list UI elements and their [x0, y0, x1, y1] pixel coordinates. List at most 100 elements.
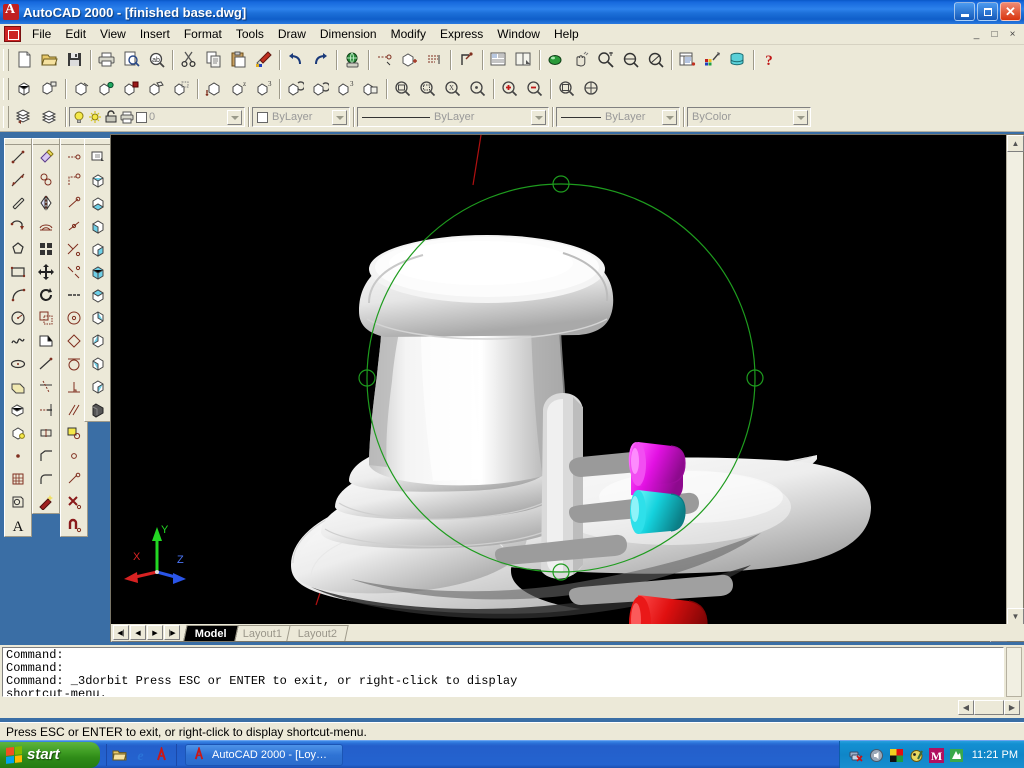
block-insert-icon[interactable] — [397, 48, 422, 72]
offset-icon[interactable] — [33, 214, 58, 237]
move-icon[interactable] — [33, 260, 58, 283]
scroll-down-button[interactable]: ▼ — [1007, 608, 1024, 625]
zoom-out-icon[interactable] — [522, 77, 547, 101]
polyline-icon[interactable] — [5, 214, 30, 237]
redo-icon[interactable] — [308, 48, 333, 72]
print-icon[interactable] — [94, 48, 119, 72]
taskbar-clock[interactable]: 11:21 PM — [972, 749, 1018, 761]
make-block-icon[interactable] — [5, 421, 30, 444]
torus-icon[interactable] — [144, 77, 169, 101]
scroll-up-button[interactable]: ▲ — [1007, 135, 1024, 152]
rotate-icon[interactable] — [33, 283, 58, 306]
make-objects-layer-current-icon[interactable] — [12, 105, 37, 129]
zoom-dynamic-icon[interactable] — [415, 77, 440, 101]
named-views-icon[interactable] — [85, 145, 110, 168]
tab-next-button[interactable]: ▶ — [147, 625, 163, 640]
union-icon[interactable] — [283, 77, 308, 101]
copy-icon[interactable] — [201, 48, 226, 72]
model-viewport[interactable]: Y X Z — [111, 135, 1007, 625]
fillet-icon[interactable] — [33, 467, 58, 490]
cone-icon[interactable] — [69, 77, 94, 101]
render-icon[interactable] — [543, 48, 568, 72]
back-view-icon[interactable] — [85, 283, 110, 306]
linetype-control-combobox[interactable]: ByLayer — [357, 107, 549, 127]
distance-icon[interactable] — [372, 48, 397, 72]
ellipse-arc-icon[interactable] — [5, 375, 30, 398]
help-icon[interactable]: ? — [757, 48, 782, 72]
color-control-combobox[interactable]: ByLayer — [252, 107, 350, 127]
plotstyle-dropdown-arrow[interactable] — [793, 110, 808, 125]
designcenter-icon[interactable] — [700, 48, 725, 72]
properties-icon[interactable] — [675, 48, 700, 72]
zoom-extents-icon[interactable] — [579, 77, 604, 101]
snap-midpoint-icon[interactable] — [61, 191, 86, 214]
menu-dimension[interactable]: Dimension — [313, 25, 384, 43]
tab-layout1[interactable]: Layout1 — [231, 625, 294, 641]
mdi-close-button[interactable]: × — [1005, 27, 1020, 41]
command-scroll-left-button[interactable]: ◀ — [958, 700, 974, 715]
paste-icon[interactable] — [226, 48, 251, 72]
line-icon[interactable] — [5, 145, 30, 168]
viewports-icon[interactable] — [511, 48, 536, 72]
show-desktop-icon[interactable] — [112, 747, 127, 762]
start-button[interactable]: start — [0, 742, 100, 768]
sun-icon[interactable] — [88, 110, 102, 124]
zoom-realtime-icon[interactable] — [593, 48, 618, 72]
explode-icon[interactable] — [33, 490, 58, 513]
rectangle-icon[interactable] — [5, 260, 30, 283]
open-icon[interactable] — [37, 48, 62, 72]
snap-insert-icon[interactable] — [61, 421, 86, 444]
tab-prev-button[interactable]: ◀ — [130, 625, 146, 640]
display-properties-icon[interactable] — [889, 748, 904, 763]
left-view-icon[interactable] — [85, 214, 110, 237]
toolbar-grip[interactable] — [3, 49, 9, 71]
document-icon[interactable] — [4, 26, 21, 42]
front-view-icon[interactable] — [85, 260, 110, 283]
antivirus-icon[interactable] — [909, 748, 924, 763]
printer-icon[interactable] — [120, 110, 134, 124]
layer-control-combobox[interactable]: 0 — [69, 107, 245, 127]
taskbar-item-autocad[interactable]: AutoCAD 2000 - [Loy… — [185, 744, 343, 766]
named-views-icon[interactable] — [486, 48, 511, 72]
database-icon[interactable] — [725, 48, 750, 72]
snap-endpoint-icon[interactable] — [61, 168, 86, 191]
slice-icon[interactable]: z — [226, 77, 251, 101]
scale-icon[interactable] — [33, 306, 58, 329]
menu-draw[interactable]: Draw — [271, 25, 313, 43]
menu-window[interactable]: Window — [490, 25, 547, 43]
subtract-icon[interactable] — [308, 77, 333, 101]
zoom-window-icon[interactable] — [390, 77, 415, 101]
point-icon[interactable] — [5, 444, 30, 467]
command-vertical-scrollbar[interactable] — [1006, 647, 1022, 697]
launch-browser-icon[interactable] — [340, 48, 365, 72]
viewport-vertical-scrollbar[interactable]: ▲ ▼ — [1006, 135, 1023, 625]
command-scroll-right-button[interactable]: ▶ — [1004, 700, 1020, 715]
menu-view[interactable]: View — [93, 25, 133, 43]
mdi-minimize-button[interactable]: _ — [969, 27, 984, 41]
se-isometric-icon[interactable] — [85, 329, 110, 352]
zoom-previous-icon[interactable] — [643, 48, 668, 72]
snap-intersection-icon[interactable] — [61, 214, 86, 237]
tab-model[interactable]: Model — [183, 625, 238, 641]
snap-center-icon[interactable] — [61, 306, 86, 329]
multiline-text-icon[interactable]: A — [5, 513, 30, 536]
tab-first-button[interactable]: ◀| — [113, 625, 129, 640]
menu-modify[interactable]: Modify — [384, 25, 433, 43]
revolve-icon[interactable] — [201, 77, 226, 101]
point-list-icon[interactable] — [422, 48, 447, 72]
arc-icon[interactable] — [5, 283, 30, 306]
new-icon[interactable] — [12, 48, 37, 72]
mdi-restore-button[interactable]: □ — [987, 27, 1002, 41]
menu-express[interactable]: Express — [433, 25, 490, 43]
intersect-icon[interactable]: 3 — [333, 77, 358, 101]
ucs-icon[interactable] — [454, 48, 479, 72]
snap-apparent-intersection-icon[interactable] — [61, 237, 86, 260]
menu-file[interactable]: File — [25, 25, 58, 43]
break-icon[interactable] — [33, 421, 58, 444]
region-icon[interactable] — [5, 490, 30, 513]
volume-icon[interactable] — [869, 748, 884, 763]
snap-node-icon[interactable] — [61, 444, 86, 467]
snap-none-x-icon[interactable] — [61, 490, 86, 513]
right-view-icon[interactable] — [85, 237, 110, 260]
chamfer-icon[interactable] — [33, 444, 58, 467]
